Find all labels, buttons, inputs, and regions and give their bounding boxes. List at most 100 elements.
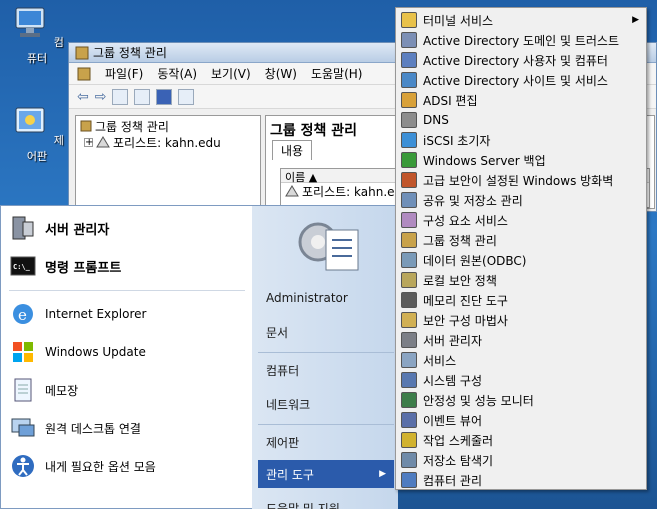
admin-tool-item[interactable]: 구성 요소 서비스 [397,210,645,230]
refresh-icon[interactable] [134,88,151,105]
help-icon[interactable] [156,88,173,105]
separator [258,424,394,425]
adsi-edit-icon [401,92,417,108]
start-item-help-support[interactable]: 도움말 및 지원 [258,494,394,509]
app-menu-icon[interactable] [77,67,91,81]
group-policy-icon [401,232,417,248]
pinned-command-prompt[interactable]: C:\_ 명령 프롬프트 [9,250,245,282]
show-hide-tree-icon[interactable] [112,88,129,105]
desktop-icon-computer[interactable]: 컴퓨터 [6,6,68,66]
start-item-admin-tools[interactable]: 관리 도구 ▶ [258,460,394,488]
expand-icon[interactable]: + [84,137,93,147]
group-policy-icon [80,120,92,132]
remote-desktop-icon [11,418,35,437]
start-item-control-panel[interactable]: 제어판 [258,428,394,456]
admin-tool-item[interactable]: 서버 관리자 [397,330,645,350]
menu-view[interactable]: 보기(V) [211,65,251,82]
odbc-icon [401,252,417,268]
admin-tool-label: 저장소 탐색기 [423,453,494,468]
admin-tool-item[interactable]: Active Directory 사용자 및 컴퓨터 [397,50,645,70]
iscsi-icon [401,132,417,148]
pinned-server-manager[interactable]: 서버 관리자 [9,212,245,244]
admin-tool-item[interactable]: 시스템 구성 [397,370,645,390]
admin-tool-item[interactable]: 그룹 정책 관리 [397,230,645,250]
admin-tool-label: 로컬 보안 정책 [423,273,497,288]
separator [258,352,394,353]
admin-tool-item[interactable]: 컴퓨터 관리 [397,470,645,490]
system-config-icon [401,372,417,388]
admin-tool-item[interactable]: 터미널 서비스 ▶ [397,10,645,30]
memory-diagnostic-icon [401,292,417,308]
admin-tool-item[interactable]: 메모리 진단 도구 [397,290,645,310]
admin-tool-item[interactable]: Active Directory 사이트 및 서비스 [397,70,645,90]
tree-item-forest[interactable]: + 포리스트: kahn.edu [80,134,256,150]
admin-tool-label: 시스템 구성 [423,373,483,388]
menu-file[interactable]: 파일(F) [105,65,143,82]
server-manager-icon [12,216,34,240]
admin-tool-label: 작업 스케줄러 [423,433,494,448]
tab-contents[interactable]: 내용 [272,140,313,160]
tree-item-label: 그룹 정책 관리 [95,119,169,134]
admin-tool-item[interactable]: iSCSI 초기자 [397,130,645,150]
local-security-icon [401,272,417,288]
program-internet-explorer[interactable]: e Internet Explorer [9,298,245,330]
windows-update-icon [13,342,33,362]
menu-window[interactable]: 창(W) [265,65,297,82]
program-label: 원격 데스크톱 연결 [45,421,141,436]
services-icon [401,352,417,368]
desktop-icon-control-panel[interactable]: 제어판 [6,104,68,164]
program-accessibility[interactable]: 내게 필요한 옵션 모음 [9,450,245,482]
group-policy-icon [75,46,89,59]
admin-tool-item[interactable]: Active Directory 도메인 및 트러스트 [397,30,645,50]
admin-tool-item[interactable]: 로컬 보안 정책 [397,270,645,290]
admin-tool-item[interactable]: 고급 보안이 설정된 Windows 방화벽 [397,170,645,190]
separator [9,290,245,291]
admin-tool-item[interactable]: 안정성 및 성능 모니터 [397,390,645,410]
svg-text:C:\_: C:\_ [13,263,31,271]
admin-tool-item[interactable]: Windows Server 백업 [397,150,645,170]
admin-tool-label: 메모리 진단 도구 [423,293,508,308]
properties-icon[interactable] [178,88,195,105]
admin-tool-item[interactable]: ADSI 편집 [397,90,645,110]
start-item-label: 관리 도구 [266,467,314,482]
program-windows-update[interactable]: Windows Update [9,336,245,368]
admin-tool-item[interactable]: 저장소 탐색기 [397,450,645,470]
forward-arrow-icon[interactable]: ⇨ [95,89,107,105]
admin-tool-label: 데이터 원본(ODBC) [423,253,527,268]
start-item-network[interactable]: 네트워크 [258,390,394,418]
component-services-icon [401,212,417,228]
admin-tool-label: 공유 및 저장소 관리 [423,193,523,208]
dns-icon [401,112,417,128]
start-item-computer[interactable]: 컴퓨터 [258,356,394,384]
submenu-arrow-icon: ▶ [632,15,639,25]
admin-tool-label: 구성 요소 서비스 [423,213,508,228]
menu-action[interactable]: 동작(A) [157,65,197,82]
admin-tool-item[interactable]: 보안 구성 마법사 [397,310,645,330]
computer-icon [15,7,45,37]
admin-tool-item[interactable]: 이벤트 뷰어 [397,410,645,430]
admin-tool-item[interactable]: 서비스 [397,350,645,370]
admin-tool-label: iSCSI 초기자 [423,133,491,148]
admin-tool-label: 서버 관리자 [423,333,483,348]
internet-explorer-icon: e [13,304,33,324]
admin-tool-item[interactable]: 공유 및 저장소 관리 [397,190,645,210]
menu-help[interactable]: 도움말(H) [311,65,363,82]
start-item-label: 문서 [266,325,289,340]
back-arrow-icon[interactable]: ⇦ [77,89,89,105]
program-remote-desktop[interactable]: 원격 데스크톱 연결 [9,412,245,444]
admin-tool-label: ADSI 편집 [423,93,478,108]
start-item-administrator[interactable]: Administrator [258,284,394,312]
start-menu-left: 서버 관리자 C:\_ 명령 프롬프트 e Internet Explorer … [0,205,252,509]
tree-item-root[interactable]: 그룹 정책 관리 [80,118,256,134]
event-viewer-icon [401,412,417,428]
control-panel-icon [15,107,45,133]
folder-icon [401,12,417,28]
admin-tool-item[interactable]: DNS [397,110,645,130]
storage-explorer-icon [401,452,417,468]
start-item-documents[interactable]: 문서 [258,318,394,346]
admin-tool-item[interactable]: 작업 스케줄러 [397,430,645,450]
program-notepad[interactable]: 메모장 [9,374,245,406]
command-prompt-icon: C:\_ [10,256,36,276]
admin-tool-item[interactable]: 데이터 원본(ODBC) [397,250,645,270]
pinned-label: 서버 관리자 [45,222,110,238]
